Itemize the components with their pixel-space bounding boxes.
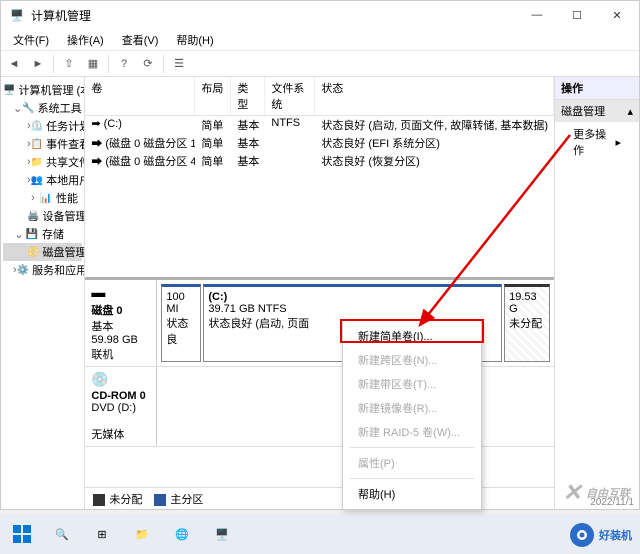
dropdown-icon: ▴ [627,105,633,118]
up-button[interactable]: ⇧ [58,53,80,75]
maximize-button[interactable]: ☐ [557,1,597,29]
actions-more[interactable]: 更多操作▸ [555,122,639,162]
tree-device-manager[interactable]: 🖨️设备管理器 [3,207,82,225]
volume-list-header: 卷 布局 类型 文件系统 状态 [85,77,554,116]
close-button[interactable]: ✕ [597,1,637,29]
col-status[interactable]: 状态 [315,77,554,115]
disk-map: ▬ 磁盘 0 基本 59.98 GB 联机 100 MI状态良 (C:)39.7… [85,277,554,487]
tree-storage[interactable]: ⌄💾存储 [3,225,82,243]
disk-info[interactable]: ▬ 磁盘 0 基本 59.98 GB 联机 [85,280,157,366]
taskview-icon[interactable]: ⊞ [84,516,120,552]
col-type[interactable]: 类型 [231,77,265,115]
menubar: 文件(F) 操作(A) 查看(V) 帮助(H) [1,29,639,51]
volume-list[interactable]: 卷 布局 类型 文件系统 状态 ➡ (C:)简单基本NTFS状态良好 (启动, … [85,77,554,277]
actions-header: 操作 [555,77,639,100]
col-volume[interactable]: 卷 [85,77,195,115]
volume-row[interactable]: ➡ (磁盘 0 磁盘分区 4)简单基本状态良好 (恢复分区) [85,152,554,170]
minimize-button[interactable]: — [517,1,557,29]
menu-file[interactable]: 文件(F) [5,30,57,50]
computer-management-icon[interactable]: 🖥️ [204,516,240,552]
main-window: 🖥️ 计算机管理 — ☐ ✕ 文件(F) 操作(A) 查看(V) 帮助(H) ◄… [0,0,640,510]
menu-help[interactable]: 帮助(H) [168,30,221,50]
volume-row[interactable]: ➡ (C:)简单基本NTFS状态良好 (启动, 页面文件, 故障转储, 基本数据… [85,116,554,134]
show-hide-button[interactable]: ▦ [82,53,104,75]
col-layout[interactable]: 布局 [195,77,231,115]
tree-shared-folders[interactable]: ›📁共享文件夹 [3,153,82,171]
cdrom-icon: 💿 [91,371,150,388]
ctx-new-mirrored-volume: 新建镜像卷(R)... [346,396,478,420]
start-button[interactable] [4,516,40,552]
actions-group[interactable]: 磁盘管理▴ [555,100,639,122]
ctx-new-simple-volume[interactable]: 新建简单卷(I)... [346,324,478,348]
partition-efi[interactable]: 100 MI状态良 [161,284,201,362]
legend: 未分配 主分区 [85,487,554,509]
tree-disk-management[interactable]: 📀磁盘管理 [3,243,82,261]
tree-services-apps[interactable]: ›⚙️服务和应用程序 [3,261,82,279]
disk-icon: ▬ [91,284,150,300]
disk-row-cdrom: 💿 CD-ROM 0 DVD (D:) 无媒体 [85,367,554,447]
explorer-icon[interactable]: 📁 [124,516,160,552]
toolbar: ◄ ► ⇧ ▦ ? ⟳ ☰ [1,51,639,77]
forward-button[interactable]: ► [27,53,49,75]
date-stamp: 2022/11/1 [590,497,634,508]
tree-local-users[interactable]: ›👥本地用户和组 [3,171,82,189]
ctx-properties: 属性(P) [346,451,478,475]
tree-performance[interactable]: ›📊性能 [3,189,82,207]
center-pane: 卷 布局 类型 文件系统 状态 ➡ (C:)简单基本NTFS状态良好 (启动, … [85,77,555,509]
menu-action[interactable]: 操作(A) [59,30,112,50]
ctx-new-striped-volume: 新建带区卷(T)... [346,372,478,396]
actions-pane: 操作 磁盘管理▴ 更多操作▸ [555,77,639,509]
list-button[interactable]: ☰ [168,53,190,75]
ctx-new-raid5-volume: 新建 RAID-5 卷(W)... [346,420,478,444]
refresh-button[interactable]: ⟳ [137,53,159,75]
volume-row[interactable]: ➡ (磁盘 0 磁盘分区 1)简单基本状态良好 (EFI 系统分区) [85,134,554,152]
ctx-new-spanned-volume: 新建跨区卷(N)... [346,348,478,372]
chevron-right-icon: ▸ [615,136,621,149]
cdrom-info[interactable]: 💿 CD-ROM 0 DVD (D:) 无媒体 [85,367,157,446]
help-button[interactable]: ? [113,53,135,75]
partition-unallocated[interactable]: 19.53 G未分配 [504,284,550,362]
tree-system-tools[interactable]: ⌄🔧系统工具 [3,99,82,117]
taskbar: 🔍 ⊞ 📁 🌐 🖥️ [0,514,640,554]
menu-view[interactable]: 查看(V) [114,30,167,50]
tree-root[interactable]: 🖥️计算机管理 (本地) [3,81,82,99]
disk-row-0: ▬ 磁盘 0 基本 59.98 GB 联机 100 MI状态良 (C:)39.7… [85,280,554,367]
tree-task-scheduler[interactable]: ›⏲️任务计划程序 [3,117,82,135]
tree-event-viewer[interactable]: ›📋事件查看器 [3,135,82,153]
context-menu: 新建简单卷(I)... 新建跨区卷(N)... 新建带区卷(T)... 新建镜像… [342,320,482,510]
app-icon: 🖥️ [9,7,25,23]
col-filesystem[interactable]: 文件系统 [265,77,315,115]
back-button[interactable]: ◄ [3,53,25,75]
window-title: 计算机管理 [31,7,517,24]
ctx-help[interactable]: 帮助(H) [346,482,478,506]
titlebar: 🖥️ 计算机管理 — ☐ ✕ [1,1,639,29]
nav-tree: 🖥️计算机管理 (本地) ⌄🔧系统工具 ›⏲️任务计划程序 ›📋事件查看器 ›📁… [1,77,85,509]
edge-icon[interactable]: 🌐 [164,516,200,552]
search-icon[interactable]: 🔍 [44,516,80,552]
